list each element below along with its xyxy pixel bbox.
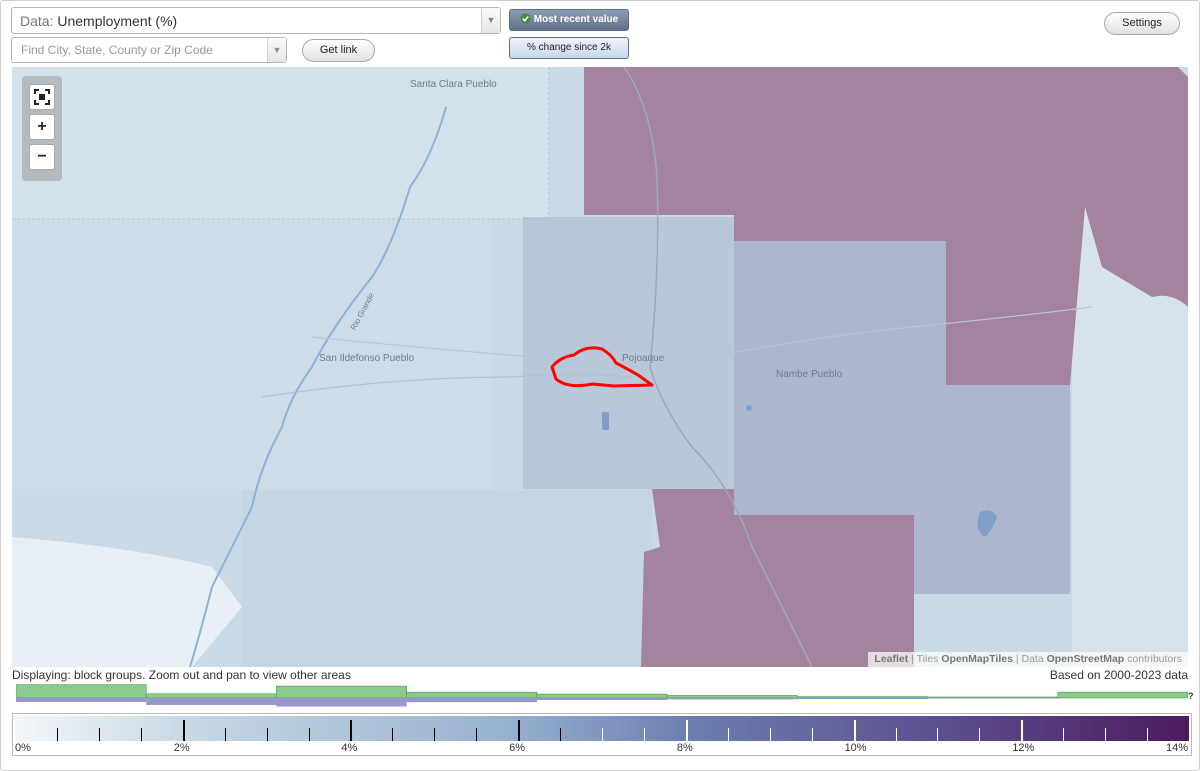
legend-tick [140, 728, 142, 741]
histogram-bar-recent [276, 685, 407, 699]
data-dropdown[interactable]: Data: Unemployment (%) ▼ [11, 7, 501, 34]
display-status: Displaying: block groups. Zoom out and p… [12, 668, 351, 682]
attribution-text: contributors [1127, 653, 1182, 665]
legend-tick [434, 728, 436, 741]
leaflet-link[interactable]: Leaflet [874, 653, 908, 665]
histogram-bar-baseline [536, 698, 668, 700]
legend-tick [350, 720, 353, 741]
most-recent-label: Most recent value [533, 14, 619, 25]
place-label: San Ildefonso Pueblo [319, 353, 415, 364]
legend-tick [392, 728, 394, 741]
histogram-bar-baseline [146, 698, 277, 705]
region-south-high [641, 489, 914, 667]
most-recent-value-button[interactable]: Most recent value [509, 9, 629, 31]
legend-tick [308, 728, 310, 741]
color-legend: 0% 2% 4% 6% 8% 10% 12% 14% [12, 713, 1192, 756]
legend-tick [476, 728, 478, 741]
histogram-help[interactable]: ? [1188, 691, 1194, 701]
histogram-bar-recent [927, 696, 1059, 699]
legend-tick [602, 728, 603, 741]
legend-tick-label: 10% [844, 742, 867, 754]
zoom-in-button[interactable]: + [29, 114, 55, 140]
zoom-out-button[interactable]: − [29, 144, 55, 170]
pond [746, 405, 752, 411]
pond [602, 412, 609, 430]
histogram-bar-recent [16, 684, 147, 699]
place-label: Pojoaque [622, 353, 665, 364]
legend-tick [182, 720, 185, 741]
legend-tick [1147, 728, 1149, 741]
get-link-button[interactable]: Get link [302, 39, 375, 62]
fullscreen-icon [34, 89, 50, 105]
legend-tick [98, 728, 100, 741]
map-attribution: Leaflet | Tiles OpenMapTiles | Data Open… [868, 652, 1188, 667]
legend-tick [224, 728, 226, 741]
attribution-text: Data [1021, 653, 1044, 665]
data-prefix-label: Data: [20, 13, 54, 29]
place-label: Santa Clara Pueblo [410, 79, 497, 90]
openstreetmap-link[interactable]: OpenStreetMap [1047, 653, 1125, 665]
legend-tick [56, 728, 58, 741]
checkmark-icon [520, 13, 531, 24]
histogram-bar-recent [1057, 691, 1188, 699]
data-range-note: Based on 2000-2023 data [1049, 668, 1188, 682]
legend-tick [979, 728, 981, 741]
percent-change-button[interactable]: % change since 2k [509, 37, 629, 59]
data-dropdown-value: Data: Unemployment (%) [20, 13, 177, 29]
fullscreen-button[interactable] [29, 84, 55, 110]
openmaptiles-link[interactable]: OpenMapTiles [941, 653, 1013, 665]
legend-tick [1021, 720, 1024, 741]
legend-tick [853, 720, 856, 741]
legend-tick-label: 8% [676, 742, 693, 754]
location-search-input[interactable] [12, 38, 268, 62]
legend-tick [727, 728, 729, 741]
legend-tick-label: 12% [1012, 742, 1035, 754]
histogram-bar-baseline [406, 698, 537, 703]
legend-tick [937, 728, 939, 741]
zoom-controls: + − [22, 76, 62, 181]
attribution-separator: | [911, 653, 914, 665]
histogram-bar-baseline [667, 698, 798, 700]
legend-tick [560, 728, 562, 741]
chevron-down-icon[interactable]: ▼ [481, 8, 500, 33]
legend-tick [1105, 728, 1107, 741]
histogram-bar-baseline [797, 698, 928, 699]
histogram-bar-baseline [16, 698, 147, 702]
legend-tick [895, 728, 897, 741]
data-value-label: Unemployment (%) [57, 13, 178, 29]
legend-tick [769, 728, 771, 741]
legend-tick [518, 720, 521, 741]
settings-button[interactable]: Settings [1104, 12, 1180, 35]
location-search[interactable]: ▼ [11, 37, 287, 63]
legend-tick-label: 4% [341, 742, 358, 754]
histogram-bar-recent [406, 691, 538, 699]
attribution-text: Tiles [916, 653, 939, 665]
legend-tick-label: 14% [1165, 742, 1188, 754]
histogram-bar-recent [797, 696, 928, 699]
attribution-separator: | [1015, 653, 1019, 665]
histogram-bar-recent [536, 693, 668, 699]
map-canvas [12, 67, 1188, 667]
legend-tick-label: 0% [15, 742, 31, 754]
region-south [242, 490, 652, 667]
histogram-bar-recent [145, 693, 277, 699]
histogram-bar-baseline [276, 698, 407, 707]
chevron-down-icon[interactable]: ▼ [267, 38, 286, 62]
region-west [12, 219, 492, 489]
legend-tick [811, 728, 813, 741]
legend-tick-label: 6% [509, 742, 526, 754]
legend-tick [1063, 728, 1065, 741]
histogram-bar-baseline [927, 698, 1058, 699]
place-label: Nambe Pueblo [776, 369, 843, 380]
legend-tick [685, 720, 688, 741]
legend-tick [266, 728, 268, 741]
legend-tick-label: 2% [173, 742, 190, 754]
map-view[interactable]: Santa Clara Pueblo San Ildefonso Pueblo … [12, 67, 1188, 667]
legend-gradient [15, 716, 1189, 741]
legend-tick [643, 728, 645, 741]
distribution-histogram [16, 684, 1188, 707]
histogram-bar-recent [666, 695, 798, 699]
